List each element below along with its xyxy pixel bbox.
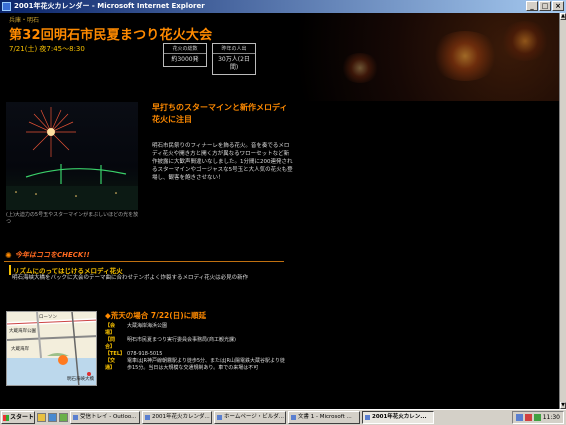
detail-value: 明石市民夏まつり実行委員会事務局(商工観光課) [127, 337, 236, 343]
tray-network-icon[interactable] [515, 414, 523, 421]
task-button-word[interactable]: 文書 1 - Microsoft ... [288, 411, 360, 424]
attendance-value: 30万人(2日間) [218, 56, 250, 71]
detail-label: 【交 通】 [105, 358, 121, 371]
map-label-park: 大蔵海岸公園 [9, 329, 36, 334]
window-title: 2001年花火カレンダー - Microsoft Internet Explor… [14, 2, 205, 10]
start-button[interactable]: スタート [1, 411, 35, 424]
detail-value: 大蔵海岸海浜公園 [127, 323, 168, 329]
task-button-calendar[interactable]: 2001年花火カレンダ... [142, 411, 212, 424]
vertical-scrollbar[interactable]: ▲ ▼ [559, 13, 566, 409]
minimize-button[interactable]: _ [526, 1, 538, 11]
header-fireworks-background [230, 13, 559, 101]
clock[interactable]: 11:30 [543, 414, 560, 421]
rain-date-note: ◆荒天の場合 7/22(日)に順延 [105, 311, 207, 320]
detail-row-contact: 【問 合】 明石市民夏まつり実行委員会事務局(商工観光課) [105, 337, 285, 351]
browser-window: 2001年花火カレンダー - Microsoft Internet Explor… [0, 0, 566, 425]
quicklaunch-ie-icon[interactable] [37, 413, 46, 422]
taskbar: スタート 受信トレイ - Outloo... 2001年花火カレンダ... ホー… [0, 409, 566, 425]
system-tray: 11:30 [511, 411, 564, 424]
detail-value: 電車はJR神戸線朝霧駅より徒歩5分、またはJR山陽電鉄大蔵谷駅より徒歩15分。当… [127, 358, 285, 371]
tray-volume-icon[interactable] [533, 414, 541, 421]
article-body: 明石市民祭りのフィナーレを飾る花火。音を奏でるメロディ花火や開き方と開く方が異な… [152, 143, 293, 181]
detail-label: 【TEL】 [105, 351, 126, 357]
task-button-homepage-builder[interactable]: ホームページ・ビルダ... [214, 411, 286, 424]
venue-map: ローソン 大蔵海岸公園 大蔵海岸 明石海峡大橋 [6, 311, 97, 386]
page-title: 第32回明石市民夏まつり花火大会 [9, 28, 213, 43]
page-content: 兵庫・明石 第32回明石市民夏まつり花火大会 7/21(土) 夜7:45〜8:3… [0, 13, 559, 409]
quicklaunch-desktop-icon[interactable] [48, 413, 57, 422]
detail-label: 【問 合】 [105, 337, 121, 350]
photo-caption: (上)大迫力の5号玉やスターマインがまぶしいほどの光を放つ [6, 212, 139, 225]
highlight-description: 明石海峡大橋をバックに大会のテーマ曲に合わせテンポよく炸裂するメロディ花火は必見… [12, 275, 249, 281]
scroll-up-icon[interactable]: ▲ [560, 13, 566, 20]
window-controls: _ □ × [526, 1, 564, 11]
attendance-label: 昨年の人出 [213, 44, 255, 54]
event-details: 【会 場】 大蔵海岸海浜公園 【問 合】 明石市民夏まつり実行委員会事務局(商工… [105, 323, 285, 372]
task-button-outlook[interactable]: 受信トレイ - Outloo... [70, 411, 140, 424]
quicklaunch-outlook-icon[interactable] [59, 413, 68, 422]
fireworks-count-value: 約3000発 [171, 56, 199, 63]
map-label-lawson: ローソン [39, 315, 57, 320]
map-label-bridge: 明石海峡大橋 [67, 377, 94, 382]
fireworks-count-box: 花火の総数 約3000発 [163, 43, 207, 67]
map-label-coast: 大蔵海岸 [11, 347, 29, 352]
breadcrumb: 兵庫・明石 [9, 17, 40, 24]
detail-row-venue: 【会 場】 大蔵海岸海浜公園 [105, 323, 285, 337]
check-section-header: ✺ 今年はココをCHECK!! [4, 248, 284, 262]
detail-value: 078-918-5015 [127, 351, 163, 357]
task-button-ie-active[interactable]: 2001年花火カレン... [362, 411, 434, 424]
ie-icon [2, 2, 11, 11]
fireworks-photo [6, 102, 138, 210]
attendance-box: 昨年の人出 30万人(2日間) [212, 43, 256, 75]
check-section-title: 今年はココをCHECK!! [15, 251, 90, 259]
event-datetime: 7/21(土) 夜7:45〜8:30 [9, 45, 85, 53]
fireworks-count-label: 花火の総数 [164, 44, 206, 54]
lead-heading: 早打ちのスターマインと新作メロディ花火に注目 [152, 103, 288, 124]
tray-antivirus-icon[interactable] [524, 414, 532, 421]
burst-icon: ✺ [5, 251, 12, 260]
detail-row-access: 【交 通】 電車はJR神戸線朝霧駅より徒歩5分、またはJR山陽電鉄大蔵谷駅より徒… [105, 358, 285, 372]
detail-label: 【会 場】 [105, 323, 121, 336]
maximize-button[interactable]: □ [539, 1, 551, 11]
detail-row-tel: 【TEL】 078-918-5015 [105, 351, 285, 358]
close-button[interactable]: × [552, 1, 564, 11]
scroll-down-icon[interactable]: ▼ [560, 402, 566, 409]
title-bar[interactable]: 2001年花火カレンダー - Microsoft Internet Explor… [0, 0, 566, 13]
